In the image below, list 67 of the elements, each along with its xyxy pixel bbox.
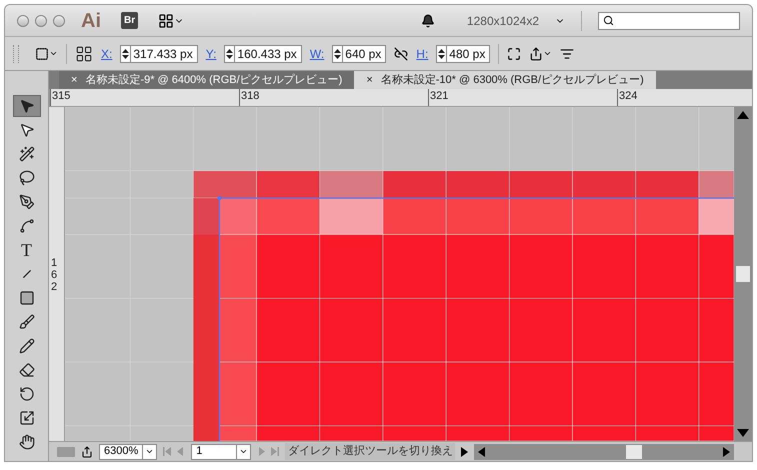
field-label: X: xyxy=(101,46,112,62)
field-value: 640 px xyxy=(344,46,382,62)
horizontal-ruler: 315 318 321 324 xyxy=(50,89,752,106)
scroll-thumb[interactable] xyxy=(626,444,642,458)
scale-icon xyxy=(18,410,34,426)
vertical-ruler-label: 162 xyxy=(51,257,58,294)
scroll-up-icon[interactable] xyxy=(737,111,749,119)
app-logo: Ai xyxy=(81,8,101,34)
transform-icon[interactable] xyxy=(35,46,49,60)
window-control-icon[interactable] xyxy=(53,14,65,26)
document-tab[interactable]: × 名称未設定-10* @ 6300% (RGB/ピクセルプレビュー) xyxy=(354,71,656,89)
search-icon xyxy=(603,15,614,26)
scroll-right-icon[interactable] xyxy=(722,446,730,456)
type-icon: T xyxy=(21,241,32,259)
arrow-icon xyxy=(18,122,34,138)
lasso-icon xyxy=(18,170,34,186)
document-tab[interactable]: × 名称未設定-9* @ 6400% (RGB/ピクセルプレビュー) xyxy=(59,71,354,89)
curve-pen-icon xyxy=(18,218,34,234)
stepper-icon[interactable] xyxy=(225,46,236,62)
brush-icon xyxy=(18,314,34,330)
number-field[interactable]: 160.433 px xyxy=(224,44,302,62)
scroll-left-icon[interactable] xyxy=(478,446,486,456)
caret-icon xyxy=(145,447,154,456)
horizontal-scrollbar[interactable] xyxy=(474,444,734,460)
stepper-icon[interactable] xyxy=(437,46,448,62)
share-icon[interactable] xyxy=(81,446,93,458)
field-label: W: xyxy=(310,46,324,62)
bell-icon[interactable] xyxy=(420,14,435,28)
reference-point-icon[interactable] xyxy=(75,44,93,62)
field-value: 160.433 px xyxy=(236,46,297,62)
number-field[interactable]: 317.433 px xyxy=(120,44,198,62)
number-field[interactable]: 640 px xyxy=(332,44,386,62)
field-label: Y: xyxy=(206,46,216,62)
export-icon[interactable] xyxy=(529,46,544,60)
arrow-icon xyxy=(18,98,34,114)
rectangle-icon xyxy=(18,290,34,306)
field-value: 480 px xyxy=(448,46,486,62)
wand-icon xyxy=(18,146,34,162)
field-value: 317.433 px xyxy=(132,46,193,62)
zoom-dropdown[interactable]: 6300% xyxy=(99,444,158,460)
caret-icon xyxy=(239,447,248,456)
window-control-icon[interactable] xyxy=(35,14,47,26)
search-field[interactable] xyxy=(598,12,740,30)
artboard-field[interactable]: 1 xyxy=(191,444,252,460)
stepper-icon[interactable] xyxy=(121,46,132,62)
field-label: H: xyxy=(416,46,428,62)
caret-icon[interactable] xyxy=(543,49,552,58)
screen-mode-dropdown[interactable]: 1280x1024x2 xyxy=(458,12,547,30)
status-message: ダイレクト選択ツールを切り換え xyxy=(285,443,456,460)
hand-icon xyxy=(18,434,34,450)
caret-icon[interactable] xyxy=(49,49,58,58)
bridge-button[interactable]: Br xyxy=(121,12,138,29)
stepper-icon[interactable] xyxy=(333,46,344,62)
link-icon[interactable] xyxy=(394,46,408,60)
pen-icon xyxy=(18,194,34,210)
close-tab-button[interactable]: × xyxy=(71,72,78,88)
close-tab-button[interactable]: × xyxy=(366,72,373,88)
vertical-scrollbar[interactable] xyxy=(734,107,752,441)
layout-icon[interactable] xyxy=(158,12,174,28)
tool-button[interactable]: T xyxy=(12,239,40,261)
window-control-icon[interactable] xyxy=(17,14,29,26)
eraser-icon xyxy=(18,362,34,378)
panel-menu-icon[interactable] xyxy=(560,46,574,60)
pencil-icon xyxy=(18,338,34,354)
rotate-icon xyxy=(18,386,34,402)
number-field[interactable]: 480 px xyxy=(436,44,490,62)
scroll-thumb[interactable] xyxy=(736,266,750,282)
